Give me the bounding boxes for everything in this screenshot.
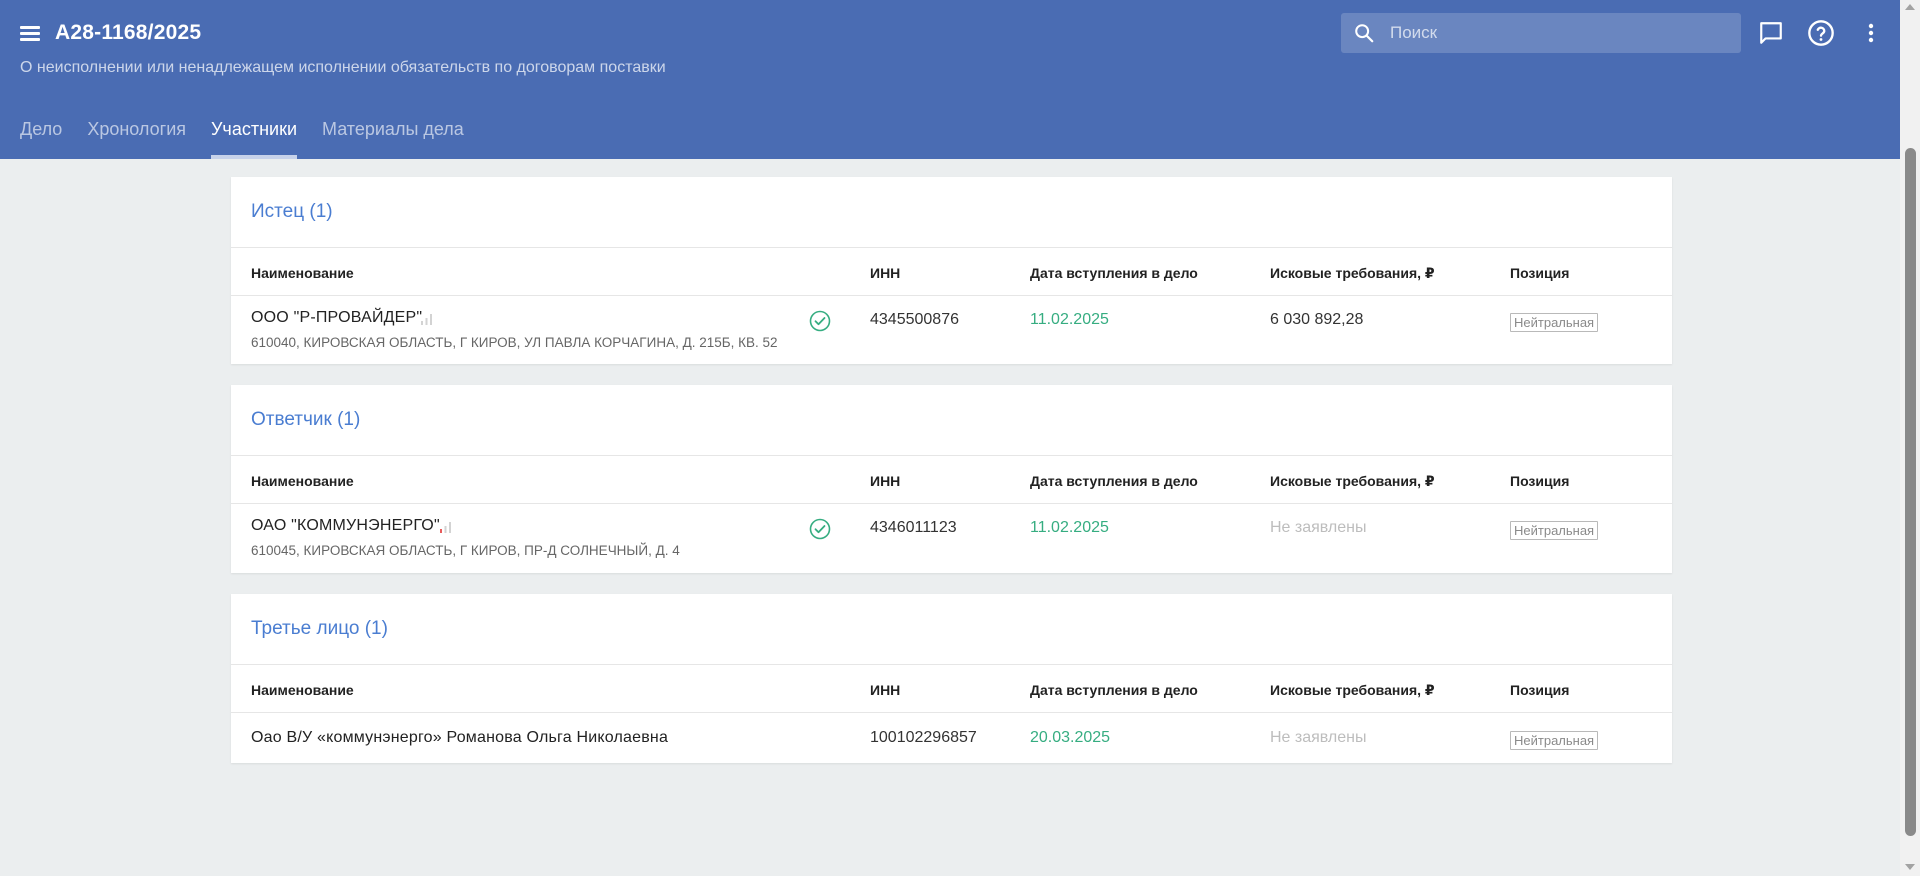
search-icon (1355, 24, 1374, 43)
column-header-claims[interactable]: Исковые требования, ₽ (1270, 473, 1435, 490)
column-header-name[interactable]: Наименование (251, 682, 354, 698)
position-badge: Нейтральная (1510, 313, 1599, 332)
claims-amount: Не заявлены (1270, 729, 1367, 746)
search-box (1341, 13, 1741, 53)
position-badge: Нейтральная (1510, 521, 1599, 540)
table-row[interactable]: ОАО "КОММУНЭНЕРГО" 610045, КИРОВСКАЯ ОБЛ… (231, 504, 1672, 573)
table-header: Наименование ИНН Дата вступления в дело … (231, 455, 1672, 504)
tab-case[interactable]: Дело (20, 112, 62, 159)
section-title-plaintiff[interactable]: Истец (1) (251, 201, 333, 223)
app-header: А28-1168/2025 О неисполнении или ненадле… (0, 0, 1900, 159)
column-header-claims[interactable]: Исковые требования, ₽ (1270, 265, 1435, 282)
section-title-third-party[interactable]: Третье лицо (1) (251, 618, 388, 640)
column-header-claims[interactable]: Исковые требования, ₽ (1270, 682, 1435, 699)
column-header-date[interactable]: Дата вступления в дело (1030, 682, 1198, 698)
search-input[interactable] (1390, 13, 1730, 53)
defendant-card: Ответчик (1) Наименование ИНН Дата вступ… (231, 385, 1672, 573)
column-header-position[interactable]: Позиция (1510, 682, 1569, 698)
column-header-date[interactable]: Дата вступления в дело (1030, 265, 1198, 281)
column-header-name[interactable]: Наименование (251, 265, 354, 281)
participant-name[interactable]: Оао В/У «коммунэнерго» Романова Ольга Ни… (251, 729, 668, 747)
plaintiff-card: Истец (1) Наименование ИНН Дата вступлен… (231, 177, 1672, 364)
scroll-up-arrow-icon[interactable] (1905, 4, 1915, 10)
entry-date: 11.02.2025 (1030, 519, 1109, 536)
vertical-scrollbar[interactable] (1900, 0, 1920, 876)
table-row[interactable]: Оао В/У «коммунэнерго» Романова Ольга Ни… (231, 714, 1672, 763)
third-party-card: Третье лицо (1) Наименование ИНН Дата вс… (231, 594, 1672, 763)
entry-date: 11.02.2025 (1030, 311, 1109, 328)
column-header-position[interactable]: Позиция (1510, 265, 1569, 281)
position-badge: Нейтральная (1510, 731, 1599, 750)
participant-inn: 4346011123 (870, 519, 957, 536)
case-tabs: Дело Хронология Участники Материалы дела (20, 112, 489, 159)
table-row[interactable]: ООО "Р-ПРОВАЙДЕР" 610040, КИРОВСКАЯ ОБЛА… (231, 296, 1672, 364)
claims-amount: Не заявлены (1270, 519, 1367, 536)
menu-icon[interactable] (18, 22, 42, 46)
claims-amount: 6 030 892,28 (1270, 311, 1364, 328)
signal-bars-icon (440, 522, 451, 533)
participant-address: 610040, КИРОВСКАЯ ОБЛАСТЬ, Г КИРОВ, УЛ П… (251, 335, 778, 350)
column-header-inn[interactable]: ИНН (870, 265, 900, 281)
table-header: Наименование ИНН Дата вступления в дело … (231, 247, 1672, 296)
case-number: А28-1168/2025 (55, 21, 202, 44)
tab-case-materials[interactable]: Материалы дела (322, 112, 464, 159)
scrollbar-thumb[interactable] (1905, 148, 1916, 836)
help-icon[interactable] (1806, 18, 1836, 48)
participant-address: 610045, КИРОВСКАЯ ОБЛАСТЬ, Г КИРОВ, ПР-Д… (251, 543, 680, 558)
participant-inn: 4345500876 (870, 311, 959, 328)
column-header-name[interactable]: Наименование (251, 473, 354, 489)
participant-name[interactable]: ООО "Р-ПРОВАЙДЕР" (251, 309, 422, 327)
participant-name[interactable]: ОАО "КОММУНЭНЕРГО" (251, 517, 440, 535)
verified-check-icon (809, 518, 831, 540)
case-subtitle: О неисполнении или ненадлежащем исполнен… (20, 59, 666, 76)
verified-check-icon (809, 310, 831, 332)
section-title-defendant[interactable]: Ответчик (1) (251, 409, 360, 431)
column-header-position[interactable]: Позиция (1510, 473, 1569, 489)
participant-inn: 100102296857 (870, 729, 977, 746)
column-header-date[interactable]: Дата вступления в дело (1030, 473, 1198, 489)
scroll-down-arrow-icon[interactable] (1905, 864, 1915, 870)
more-vertical-icon[interactable] (1856, 18, 1886, 48)
signal-bars-icon (421, 314, 432, 325)
table-header: Наименование ИНН Дата вступления в дело … (231, 664, 1672, 713)
column-header-inn[interactable]: ИНН (870, 682, 900, 698)
column-header-inn[interactable]: ИНН (870, 473, 900, 489)
tab-participants[interactable]: Участники (211, 112, 297, 159)
tab-chronology[interactable]: Хронология (87, 112, 186, 159)
chat-icon[interactable] (1756, 18, 1786, 48)
entry-date: 20.03.2025 (1030, 729, 1111, 746)
